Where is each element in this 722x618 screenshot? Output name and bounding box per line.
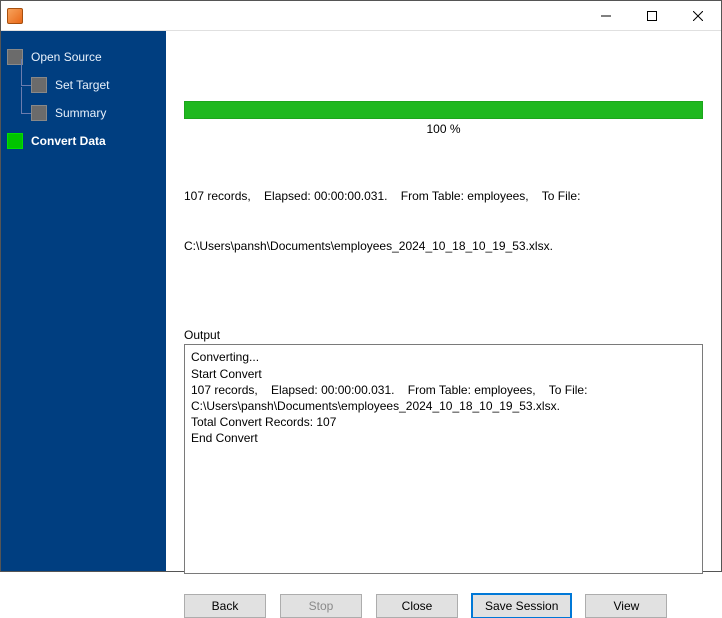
titlebar	[1, 1, 721, 31]
step-summary[interactable]: Summary	[7, 99, 166, 127]
wizard-steps-sidebar: Open Source Set Target Summary Convert D…	[1, 31, 166, 571]
close-button[interactable]: Close	[376, 594, 458, 618]
view-button[interactable]: View	[585, 594, 667, 618]
back-button[interactable]: Back	[184, 594, 266, 618]
step-set-target[interactable]: Set Target	[7, 71, 166, 99]
progress-percent: 100 %	[184, 122, 703, 136]
step-box-icon	[7, 133, 23, 149]
wizard-window: Open Source Set Target Summary Convert D…	[0, 0, 722, 572]
window-controls	[583, 1, 721, 31]
maximize-button[interactable]	[629, 1, 675, 31]
step-open-source[interactable]: Open Source	[7, 43, 166, 71]
status-line-1: 107 records, Elapsed: 00:00:00.031. From…	[184, 188, 703, 205]
status-line-2: C:\Users\pansh\Documents\employees_2024_…	[184, 238, 703, 255]
step-label: Open Source	[31, 50, 102, 64]
progress-bar	[184, 101, 703, 119]
minimize-button[interactable]	[583, 1, 629, 31]
button-row: Back Stop Close Save Session View	[184, 584, 703, 618]
step-label: Set Target	[55, 78, 109, 92]
stop-button[interactable]: Stop	[280, 594, 362, 618]
step-convert-data[interactable]: Convert Data	[7, 127, 166, 155]
output-log[interactable]: Converting... Start Convert 107 records,…	[184, 344, 703, 574]
close-window-button[interactable]	[675, 1, 721, 31]
status-text: 107 records, Elapsed: 00:00:00.031. From…	[184, 154, 703, 288]
step-label: Summary	[55, 106, 106, 120]
step-box-icon	[31, 77, 47, 93]
step-label: Convert Data	[31, 134, 106, 148]
progress-area: 100 %	[184, 101, 703, 136]
output-label: Output	[184, 328, 703, 342]
save-session-button[interactable]: Save Session	[472, 594, 571, 618]
app-icon	[7, 8, 23, 24]
main-panel: 100 % 107 records, Elapsed: 00:00:00.031…	[166, 31, 721, 571]
step-box-icon	[31, 105, 47, 121]
